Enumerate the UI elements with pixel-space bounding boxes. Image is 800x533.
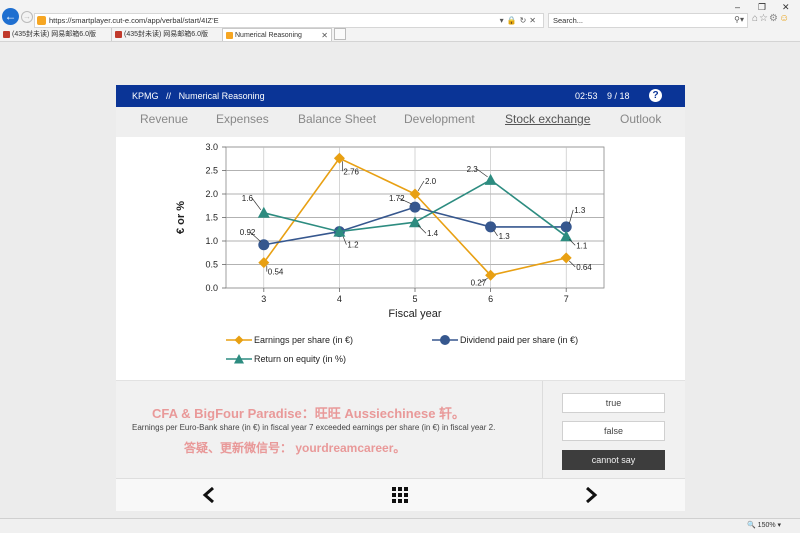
help-icon[interactable]: ? [649,89,662,102]
answer-false-button[interactable]: false [562,421,665,441]
data-label: 0.27 [471,278,487,287]
data-label: 1.2 [347,241,359,250]
back-arrow-icon[interactable]: ← [2,8,19,25]
search-input[interactable]: Search... [548,13,748,28]
x-tick-label: 6 [488,294,493,304]
star-icon[interactable]: ☆ [759,13,769,24]
question-panel: CFA & BigFour Paradise：旺旺 Aussiechinese … [116,380,685,479]
previous-arrow-icon[interactable] [202,487,216,503]
legend-label: Return on equity (in %) [254,354,347,364]
x-tick-label: 7 [564,294,569,304]
browser-tab-label: Numerical Reasoning [235,32,302,39]
chart-panel: 0.0 0.5 1.0 1.5 2.0 2.5 3.0 3 4 5 6 7 Fiscal year € o… [116,137,685,380]
data-label: 0.92 [240,228,256,237]
new-tab-button[interactable] [334,28,346,40]
tab-revenue[interactable]: Revenue [140,112,188,126]
y-tick-label: 0.0 [205,283,218,293]
navigation-footer [116,478,685,511]
answer-cannot-say-button[interactable]: cannot say [562,450,665,470]
mail-icon [3,31,10,38]
tab-close-icon[interactable]: ✕ [321,29,328,41]
browser-tab-mail-2[interactable]: (435封未读) 网易邮箱6.0版 [112,28,224,41]
separator: // [166,91,172,101]
tab-expenses[interactable]: Expenses [216,112,269,126]
tab-development[interactable]: Development [404,112,475,126]
x-axis-label: Fiscal year [388,308,442,320]
gear-icon[interactable]: ⚙ [769,13,779,24]
answer-true-button[interactable]: true [562,393,665,413]
y-tick-label: 2.5 [205,166,218,176]
overview-grid-icon[interactable] [392,487,408,503]
close-icon[interactable]: ✕ [782,2,790,13]
data-label: 1.1 [576,241,588,250]
data-label: 1.72 [389,194,405,203]
legend-roe: Return on equity (in %) [226,353,346,365]
data-label: 0.54 [268,268,284,277]
y-tick-label: 2.0 [205,189,218,199]
next-arrow-icon[interactable] [584,487,598,503]
address-url: https://smartplayer.cut-e.com/app/verbal… [49,16,219,25]
x-tick-label: 5 [412,294,417,304]
question-progress: 9 / 18 [607,91,630,101]
y-tick-label: 0.5 [205,260,218,270]
legend-label: Earnings per share (in €) [254,335,354,345]
data-label: 1.4 [427,229,439,238]
header-title: KPMG // Numerical Reasoning [132,85,265,107]
toolbar-icons: ⌂☆⚙☺ [752,13,790,24]
x-tick-label: 4 [337,294,342,304]
zoom-level[interactable]: 🔍 150% ▾ [747,519,781,533]
legend-dividend: Dividend paid per share (in €) [432,334,578,346]
zoom-value: 150% [757,522,776,529]
x-tick-label: 3 [261,294,266,304]
data-label: 2.76 [343,167,359,176]
browser-tab-mail-1[interactable]: (435封未读) 网易邮箱6.0版 [0,28,112,41]
chart-legend: Earnings per share (in €) Dividend paid … [226,330,676,370]
test-title: Numerical Reasoning [178,91,265,101]
data-label: 0.64 [576,263,592,272]
legend-diamond-icon [226,335,252,345]
tab-stock-exchange[interactable]: Stock exchange [505,112,590,126]
browser-tab-label: (435封未读) 网易邮箱6.0版 [124,31,209,38]
question-statement: Earnings per Euro-Bank share (in €) in f… [132,423,496,432]
watermark-line-1: CFA & BigFour Paradise：旺旺 Aussiechinese … [152,406,466,421]
player-header: KPMG // Numerical Reasoning 02:53 9 / 18… [116,85,685,107]
panel-divider [542,381,543,479]
status-bar: 🔍 150% ▾ [0,518,800,533]
tab-outlook[interactable]: Outlook [620,112,661,126]
legend-earnings: Earnings per share (in €) [226,334,353,346]
smiley-icon[interactable]: ☺ [779,13,790,24]
section-tabs: Revenue Expenses Balance Sheet Developme… [116,107,685,137]
browser-tabs: (435封未读) 网易邮箱6.0版 (435封未读) 网易邮箱6.0版 Nume… [0,28,800,42]
mail-icon [115,31,122,38]
address-bar[interactable]: https://smartplayer.cut-e.com/app/verbal… [34,13,544,28]
tab-balance-sheet[interactable]: Balance Sheet [298,112,376,126]
data-label: 1.6 [242,194,254,203]
y-axis-label: € or % [175,201,187,234]
address-tools-icon[interactable]: ▾🔒↻✕ [500,14,539,27]
home-icon[interactable]: ⌂ [752,13,759,24]
maximize-icon[interactable]: ❐ [758,2,766,13]
forward-arrow-icon[interactable]: → [21,11,33,23]
watermark-line-2: 答疑、更新微信号： yourdreamcareer。 [184,441,406,455]
browser-tab-numerical-reasoning[interactable]: Numerical Reasoning ✕ [222,28,332,41]
browser-tab-label: (435封未读) 网易邮箱6.0版 [12,31,97,38]
data-label: 2.0 [425,177,437,186]
browser-chrome: ← → https://smartplayer.cut-e.com/app/ve… [0,0,800,42]
data-label: 2.3 [467,165,479,174]
legend-triangle-icon [226,354,252,364]
site-favicon-icon [226,32,233,39]
legend-label: Dividend paid per share (in €) [460,335,579,345]
data-label: 1.3 [574,206,586,215]
line-chart: 0.0 0.5 1.0 1.5 2.0 2.5 3.0 3 4 5 6 7 Fiscal year € o… [175,142,605,320]
brand-label: KPMG [132,91,159,101]
y-tick-label: 1.0 [205,236,218,246]
y-tick-label: 1.5 [205,213,218,223]
timer: 02:53 [575,91,598,101]
site-favicon-icon [37,16,46,25]
minimize-icon[interactable]: – [735,2,740,12]
data-label: 1.3 [499,232,511,241]
legend-circle-icon [432,335,458,345]
data-point-circle [409,201,421,213]
y-tick-label: 3.0 [205,142,218,152]
